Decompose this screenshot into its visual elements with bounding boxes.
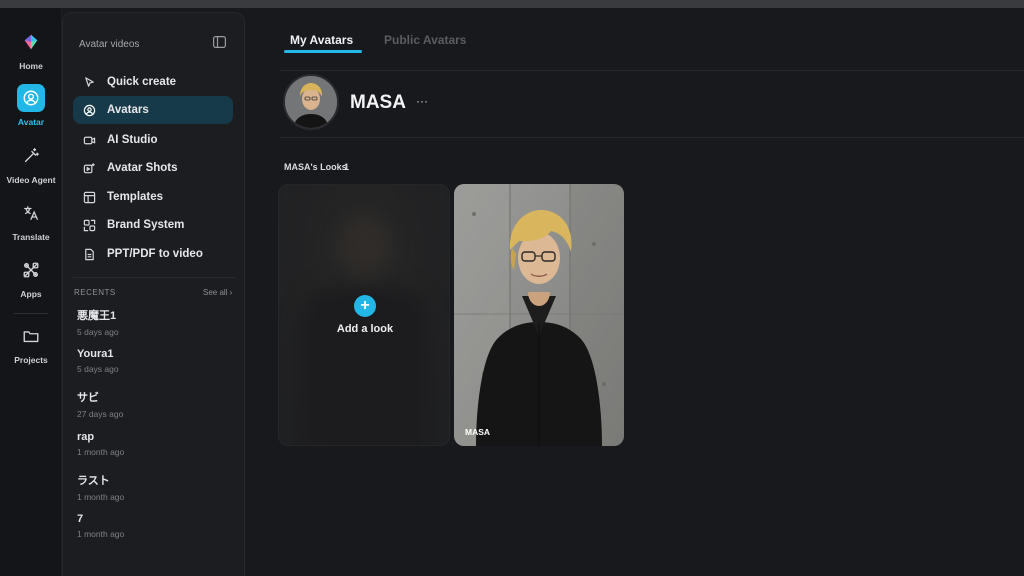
blurred-avatar-silhouette	[339, 215, 391, 275]
apps-icon	[17, 256, 45, 284]
document-icon	[81, 246, 97, 262]
recent-time: 27 days ago	[77, 409, 124, 419]
active-tab-indicator	[284, 50, 362, 53]
nav-label: Brand System	[107, 219, 185, 231]
look-name: MASA	[465, 427, 491, 437]
template-icon	[81, 189, 97, 205]
recent-title: 7	[77, 513, 84, 525]
recent-item[interactable]: 悪魔王1 5 days ago	[77, 307, 227, 337]
rail-item-video-agent[interactable]: Video Agent	[0, 142, 62, 185]
sidebar-divider	[73, 277, 235, 278]
recent-item[interactable]: 7 1 month ago	[77, 513, 227, 539]
recent-title: サビ	[77, 392, 99, 404]
nav-item-brand-system[interactable]: Brand System	[73, 211, 233, 239]
more-options-button[interactable]: ···	[416, 94, 428, 108]
divider	[280, 70, 1024, 71]
nav-label: Quick create	[107, 76, 177, 88]
add-look-card[interactable]: + Add a look	[278, 184, 450, 446]
avatar-profile-photo[interactable]	[283, 74, 339, 130]
rail-item-apps[interactable]: Apps	[0, 256, 62, 299]
video-camera-icon	[81, 132, 97, 148]
plus-icon[interactable]: +	[354, 295, 376, 317]
recent-title: Youra1	[77, 348, 114, 360]
nav-label: Avatars	[107, 104, 149, 116]
recents-heading: RECENTS	[74, 288, 116, 297]
folder-icon	[17, 322, 45, 350]
sidebar: Avatar videos Quick create Avatars AI St…	[62, 12, 245, 576]
recent-item[interactable]: rap 1 month ago	[77, 431, 227, 457]
nav-item-templates[interactable]: Templates	[73, 183, 233, 211]
nav-label: Avatar Shots	[107, 162, 178, 174]
recent-item[interactable]: サビ 27 days ago	[77, 389, 227, 419]
recent-time: 1 month ago	[77, 492, 125, 502]
sidebar-toggle-icon[interactable]	[213, 36, 226, 48]
nav-label: AI Studio	[107, 134, 158, 146]
rail-label: Avatar	[17, 117, 45, 127]
tab-public-avatars[interactable]: Public Avatars	[384, 33, 466, 47]
look-photo	[454, 184, 624, 446]
main-content: My Avatars Public Avatars MASA ··· MASA'…	[246, 8, 1024, 576]
nav-item-avatars[interactable]: Avatars	[73, 96, 233, 124]
add-look-label: Add a look	[336, 323, 394, 335]
rail-label: Translate	[12, 232, 50, 242]
nav-item-ai-studio[interactable]: AI Studio	[73, 126, 233, 154]
rail-label: Apps	[20, 289, 42, 299]
rail-label: Video Agent	[6, 175, 56, 185]
nav-label: Templates	[107, 191, 164, 203]
window-top-bar	[0, 0, 1024, 8]
nav-item-ppt-pdf-to-video[interactable]: PPT/PDF to video	[73, 240, 233, 268]
rail-item-home[interactable]: Home	[0, 28, 62, 71]
avatar-name: MASA	[350, 92, 406, 113]
nav-label: PPT/PDF to video	[107, 248, 203, 260]
recent-time: 5 days ago	[77, 364, 119, 374]
rail-label: Home	[19, 61, 43, 71]
magic-wand-icon	[17, 142, 45, 170]
recent-item[interactable]: ラスト 1 month ago	[77, 472, 227, 502]
looks-heading: MASA's Looks	[284, 162, 347, 172]
see-all-link[interactable]: See all ›	[203, 288, 232, 297]
recent-title: rap	[77, 431, 95, 443]
recent-time: 1 month ago	[77, 529, 125, 539]
looks-count: 1	[344, 162, 350, 172]
recent-time: 1 month ago	[77, 447, 125, 457]
look-card[interactable]: MASA	[454, 184, 624, 446]
nav-item-avatar-shots[interactable]: Avatar Shots	[73, 154, 233, 182]
sparkle-video-icon	[81, 160, 97, 176]
rail-divider	[14, 313, 48, 314]
translate-icon	[17, 199, 45, 227]
app-window: Home Avatar Video Agent Translate Apps P…	[0, 8, 1024, 576]
rail-item-projects[interactable]: Projects	[0, 322, 62, 365]
tab-my-avatars[interactable]: My Avatars	[290, 33, 353, 47]
rail-item-translate[interactable]: Translate	[0, 199, 62, 242]
nav-item-quick-create[interactable]: Quick create	[73, 68, 233, 96]
sidebar-heading: Avatar videos	[79, 39, 140, 50]
brand-icon	[81, 217, 97, 233]
cursor-icon	[81, 74, 97, 90]
avatar-circle-icon	[81, 102, 97, 118]
rail-item-avatar[interactable]: Avatar	[0, 84, 62, 127]
recent-item[interactable]: Youra1 5 days ago	[77, 348, 227, 374]
recent-title: 悪魔王1	[77, 310, 117, 322]
rail-label: Projects	[14, 355, 48, 365]
avatar-icon	[17, 84, 45, 112]
recent-time: 5 days ago	[77, 327, 119, 337]
divider	[280, 137, 1024, 138]
icon-rail: Home Avatar Video Agent Translate Apps P…	[0, 8, 62, 576]
recent-title: ラスト	[77, 475, 110, 487]
logo-icon	[17, 28, 45, 56]
